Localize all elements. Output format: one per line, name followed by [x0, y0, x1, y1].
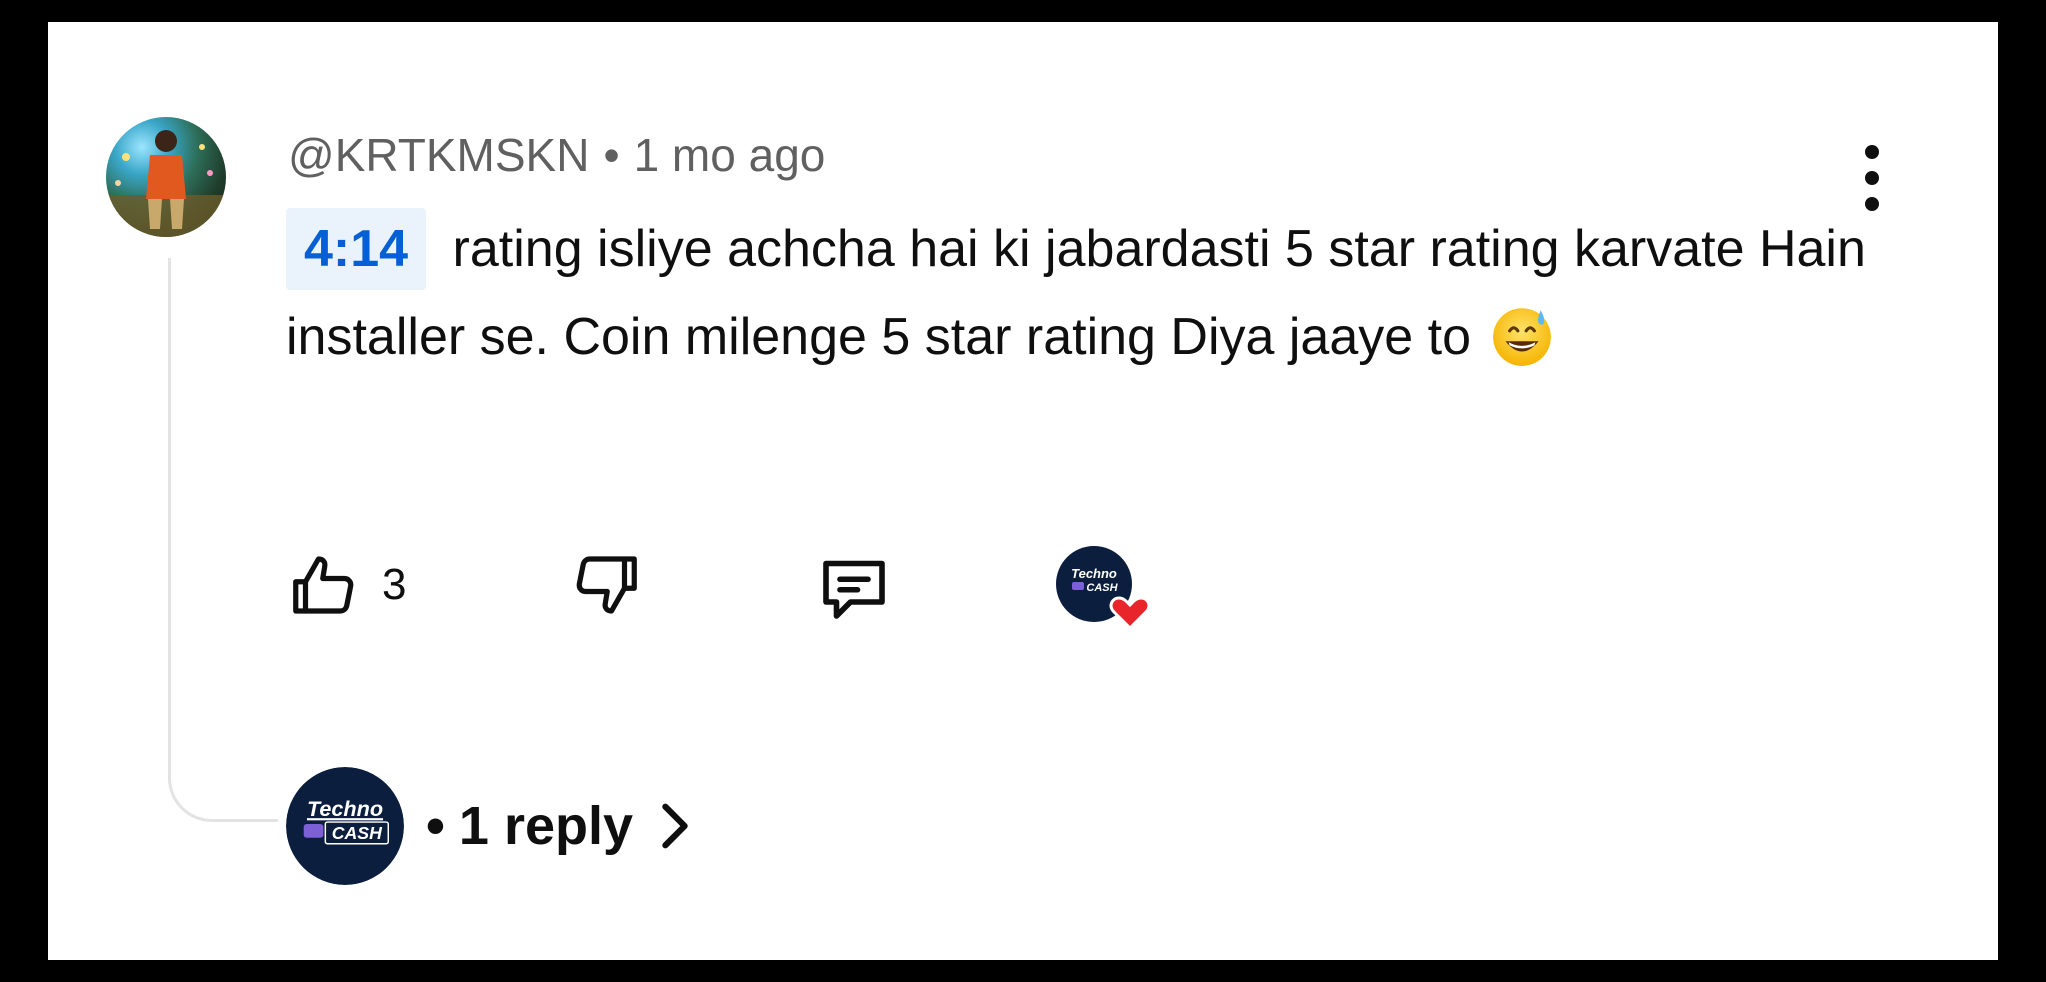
comment-meta: @KRTKMSKN • 1 mo ago — [288, 128, 825, 182]
more-dot — [1865, 145, 1879, 159]
svg-text:CASH: CASH — [1086, 582, 1118, 594]
comment-text-content: rating isliye achcha hai ki jabardasti 5… — [286, 220, 1866, 366]
thread-connector-line — [168, 258, 278, 822]
thumbs-down-icon — [576, 556, 637, 614]
svg-text:Techno: Techno — [1071, 566, 1117, 581]
timestamp-link[interactable]: 4:14 — [286, 208, 427, 290]
commenter-avatar[interactable] — [106, 117, 226, 237]
replies-row[interactable]: Techno CASH • 1 reply — [286, 766, 695, 886]
creator-logo-icon: Techno CASH — [1056, 546, 1151, 631]
dislike-button[interactable] — [566, 546, 644, 624]
more-options-icon[interactable] — [1858, 145, 1886, 211]
more-dot — [1865, 171, 1879, 185]
creator-heart-badge: Techno CASH — [1054, 544, 1154, 634]
like-count: 3 — [382, 560, 407, 609]
creator-avatar: Techno CASH — [286, 767, 404, 885]
comment-text: 4:14 rating isliye achcha hai ki jabarda… — [286, 205, 1886, 381]
svg-text:CASH: CASH — [332, 823, 383, 843]
like-button[interactable]: 3 — [286, 546, 406, 624]
replies-link[interactable]: • 1 reply — [426, 795, 633, 857]
avatar-image — [106, 130, 226, 237]
svg-text:Techno: Techno — [307, 796, 383, 821]
reply-icon — [823, 560, 885, 619]
comment-author[interactable]: @KRTKMSKN — [288, 129, 589, 181]
chevron-right-icon — [662, 803, 688, 849]
comment-time: 1 mo ago — [633, 129, 826, 181]
meta-separator: • — [603, 129, 620, 181]
thumbs-up-icon — [293, 556, 354, 614]
grinning-face-with-sweat-icon — [1493, 308, 1552, 366]
replies-label: 1 reply — [458, 796, 634, 856]
replies-separator: • — [426, 796, 445, 856]
heart-icon — [1109, 596, 1151, 631]
reply-button[interactable] — [812, 546, 896, 630]
